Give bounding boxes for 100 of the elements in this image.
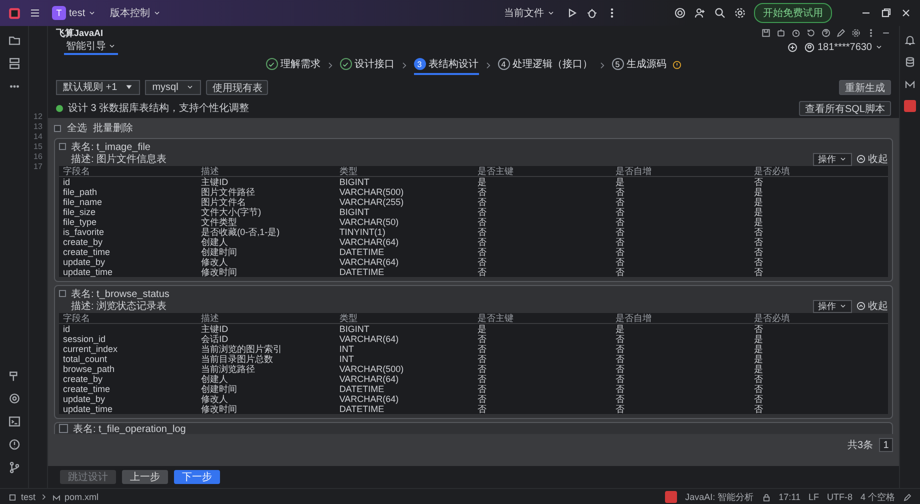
database-select[interactable]: mysql bbox=[145, 80, 202, 94]
table-cell: update_time bbox=[59, 267, 198, 277]
hammer-icon[interactable] bbox=[8, 369, 20, 382]
table-cell: 是 bbox=[750, 344, 888, 354]
table-cell: 否 bbox=[750, 237, 888, 247]
table-cell: session_id bbox=[59, 334, 198, 344]
edit-icon[interactable] bbox=[903, 492, 912, 502]
table-cell: 当前目录图片总数 bbox=[197, 354, 336, 364]
rule-select[interactable]: 默认规则 +1 bbox=[56, 80, 140, 94]
lock-icon bbox=[762, 492, 771, 502]
settings-icon[interactable] bbox=[851, 28, 861, 38]
success-dot bbox=[56, 104, 63, 112]
mode-tab[interactable]: 智能引导 bbox=[64, 39, 118, 55]
line-number: 12 bbox=[34, 112, 42, 121]
table-cell: BIGINT bbox=[335, 324, 474, 334]
line-ending[interactable]: LF bbox=[808, 492, 819, 502]
user-add-icon[interactable] bbox=[694, 7, 706, 19]
table-cell: 是 bbox=[473, 324, 612, 334]
table-cell: 是 bbox=[750, 187, 888, 197]
table-cell: current_index bbox=[59, 344, 198, 354]
git-icon[interactable] bbox=[8, 461, 20, 474]
timer-icon[interactable] bbox=[791, 28, 801, 38]
free-trial-button[interactable]: 开始免费试用 bbox=[754, 3, 832, 23]
wizard-step[interactable]: 设计接口 bbox=[340, 55, 394, 75]
breadcrumb-item[interactable]: test bbox=[21, 492, 36, 502]
play-icon[interactable] bbox=[566, 7, 578, 19]
table-cell: 修改人 bbox=[197, 257, 336, 267]
table-cell: 当前浏览路径 bbox=[197, 364, 336, 374]
cursor-position[interactable]: 17:11 bbox=[778, 492, 800, 502]
page-button[interactable]: 1 bbox=[879, 438, 893, 452]
table-cell: DATETIME bbox=[335, 404, 474, 414]
table-cell: 否 bbox=[473, 384, 612, 394]
table-cell: 否 bbox=[612, 374, 750, 384]
project-switcher[interactable]: T test bbox=[49, 4, 100, 22]
wizard-step[interactable]: 5 生成源码 bbox=[612, 55, 666, 75]
menu-icon[interactable] bbox=[29, 7, 41, 19]
table-cell: 否 bbox=[612, 237, 750, 247]
caret-icon bbox=[839, 155, 847, 163]
collapse-button[interactable]: 收起 bbox=[856, 299, 888, 313]
database-icon[interactable] bbox=[904, 56, 916, 68]
collapse-icon bbox=[856, 301, 866, 311]
table-cell: 否 bbox=[612, 207, 750, 217]
select-all-checkbox[interactable] bbox=[54, 124, 61, 132]
project-name: test bbox=[69, 8, 86, 18]
indent-setting[interactable]: 4 个空格 bbox=[860, 490, 895, 504]
table-cell: 否 bbox=[612, 217, 750, 227]
collapse-button[interactable]: 收起 bbox=[856, 152, 888, 166]
action-dropdown[interactable]: 操作 bbox=[813, 152, 852, 166]
table-cell: 否 bbox=[473, 334, 612, 344]
wizard-step[interactable]: 理解需求 bbox=[266, 55, 320, 75]
action-dropdown[interactable]: 操作 bbox=[813, 300, 852, 312]
bug-icon[interactable] bbox=[586, 7, 598, 19]
bell-icon[interactable] bbox=[904, 34, 916, 46]
folder-icon[interactable] bbox=[8, 34, 20, 47]
table-cell: 否 bbox=[750, 247, 888, 257]
caret-icon bbox=[108, 42, 116, 50]
vcs-menu[interactable]: 版本控制 bbox=[107, 4, 164, 22]
terminal-icon[interactable] bbox=[8, 415, 20, 428]
account-menu[interactable]: 181****7630 bbox=[804, 42, 883, 52]
table-cell: 否 bbox=[750, 324, 888, 334]
structure-icon[interactable] bbox=[8, 57, 20, 70]
app-logo-icon[interactable] bbox=[8, 6, 21, 20]
m-letter-icon[interactable] bbox=[904, 78, 916, 90]
table-name: 表名: t_browse_status bbox=[71, 288, 170, 300]
problems-icon[interactable] bbox=[8, 438, 20, 451]
run-config-select[interactable]: 当前文件 bbox=[501, 4, 558, 22]
table-cell: 否 bbox=[612, 197, 750, 207]
breadcrumb-item[interactable]: pom.xml bbox=[64, 492, 99, 502]
regenerate-button[interactable]: 重新生成 bbox=[839, 80, 891, 94]
footer-button[interactable]: 下一步 bbox=[174, 470, 220, 484]
table-checkbox[interactable] bbox=[59, 424, 68, 433]
line-number: 17 bbox=[34, 162, 42, 171]
table-checkbox[interactable] bbox=[59, 290, 66, 297]
edit-icon[interactable] bbox=[836, 28, 846, 38]
table-cell: 否 bbox=[473, 344, 612, 354]
table-cell: file_path bbox=[59, 187, 198, 197]
use-existing-table-button[interactable]: 使用现有表 bbox=[206, 80, 268, 94]
plugin-status[interactable]: JavaAI: 智能分析 bbox=[685, 490, 754, 504]
close-icon[interactable] bbox=[900, 7, 912, 19]
save-icon[interactable] bbox=[761, 28, 771, 38]
table-cell: 否 bbox=[750, 384, 888, 394]
table-cell: 是 bbox=[750, 354, 888, 364]
settings-icon[interactable] bbox=[734, 7, 746, 19]
history-icon[interactable] bbox=[806, 28, 816, 38]
table-cell: 是 bbox=[473, 176, 612, 187]
file-encoding[interactable]: UTF-8 bbox=[826, 492, 852, 502]
view-sql-button[interactable]: 查看所有SQL脚本 bbox=[798, 100, 891, 116]
table-name: 表名: t_image_file bbox=[71, 140, 150, 154]
table-checkbox[interactable] bbox=[59, 143, 66, 150]
footer-button[interactable]: 上一步 bbox=[122, 470, 168, 484]
table-cell: 否 bbox=[473, 227, 612, 237]
maven-icon bbox=[52, 492, 61, 502]
summary-text: 设计 3 张数据库表结构，支持个性化调整 bbox=[68, 102, 250, 115]
help-icon[interactable] bbox=[821, 28, 831, 38]
add-icon[interactable] bbox=[786, 42, 798, 52]
search-icon[interactable] bbox=[714, 7, 726, 19]
batch-delete-button[interactable]: 批量删除 bbox=[93, 121, 133, 135]
restore-icon[interactable] bbox=[880, 7, 892, 19]
table-cell: 图片文件名 bbox=[197, 197, 336, 207]
wizard-step[interactable]: 4 处理逻辑（接口） bbox=[498, 55, 592, 75]
